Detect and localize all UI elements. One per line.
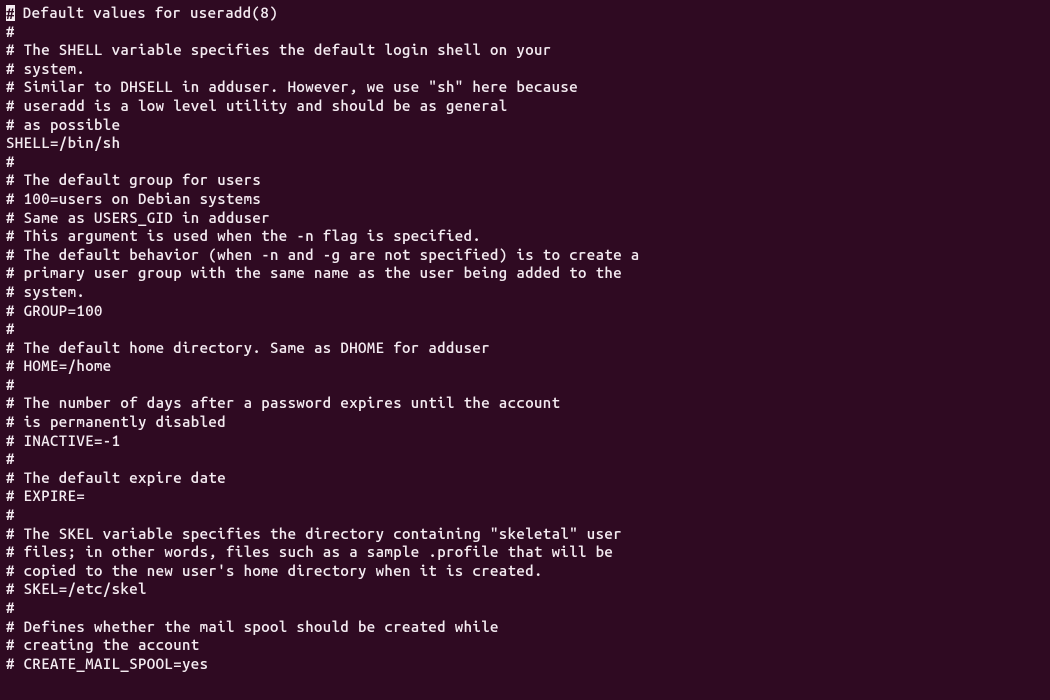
terminal-line: # — [6, 153, 1046, 172]
terminal-line: # files; in other words, files such as a… — [6, 543, 1046, 562]
terminal-line: # HOME=/home — [6, 357, 1046, 376]
terminal-line: # — [6, 23, 1046, 42]
terminal-line: # — [6, 599, 1046, 618]
terminal-line: # copied to the new user's home director… — [6, 562, 1046, 581]
terminal-line: # This argument is used when the -n flag… — [6, 227, 1046, 246]
terminal-line: # — [6, 506, 1046, 525]
terminal-line: # The default group for users — [6, 171, 1046, 190]
terminal-line: # EXPIRE= — [6, 487, 1046, 506]
terminal-line: # creating the account — [6, 636, 1046, 655]
terminal-line: # SKEL=/etc/skel — [6, 580, 1046, 599]
terminal-line: # INACTIVE=-1 — [6, 432, 1046, 451]
terminal-line: # useradd is a low level utility and sho… — [6, 97, 1046, 116]
terminal-line: # The default expire date — [6, 469, 1046, 488]
terminal-line: # GROUP=100 — [6, 302, 1046, 321]
terminal-line: # system. — [6, 60, 1046, 79]
terminal-line: # Same as USERS_GID in adduser — [6, 209, 1046, 228]
terminal-line: # primary user group with the same name … — [6, 264, 1046, 283]
terminal-line: # Similar to DHSELL in adduser. However,… — [6, 78, 1046, 97]
terminal-viewport[interactable]: # Default values for useradd(8)## The SH… — [0, 0, 1050, 700]
terminal-line: # The default behavior (when -n and -g a… — [6, 246, 1046, 265]
terminal-line: SHELL=/bin/sh — [6, 134, 1046, 153]
terminal-line: # — [6, 320, 1046, 339]
terminal-line: # Defines whether the mail spool should … — [6, 618, 1046, 637]
terminal-line: # — [6, 450, 1046, 469]
terminal-line: # system. — [6, 283, 1046, 302]
terminal-line: # The default home directory. Same as DH… — [6, 339, 1046, 358]
terminal-line: # as possible — [6, 116, 1046, 135]
terminal-line: # is permanently disabled — [6, 413, 1046, 432]
terminal-line: # — [6, 376, 1046, 395]
terminal-line: # CREATE_MAIL_SPOOL=yes — [6, 655, 1046, 674]
terminal-line: # 100=users on Debian systems — [6, 190, 1046, 209]
terminal-line: # Default values for useradd(8) — [6, 4, 1046, 23]
line-text: Default values for useradd(8) — [14, 4, 278, 21]
terminal-line: # The number of days after a password ex… — [6, 394, 1046, 413]
terminal-line: # The SKEL variable specifies the direct… — [6, 525, 1046, 544]
terminal-line: # The SHELL variable specifies the defau… — [6, 41, 1046, 60]
